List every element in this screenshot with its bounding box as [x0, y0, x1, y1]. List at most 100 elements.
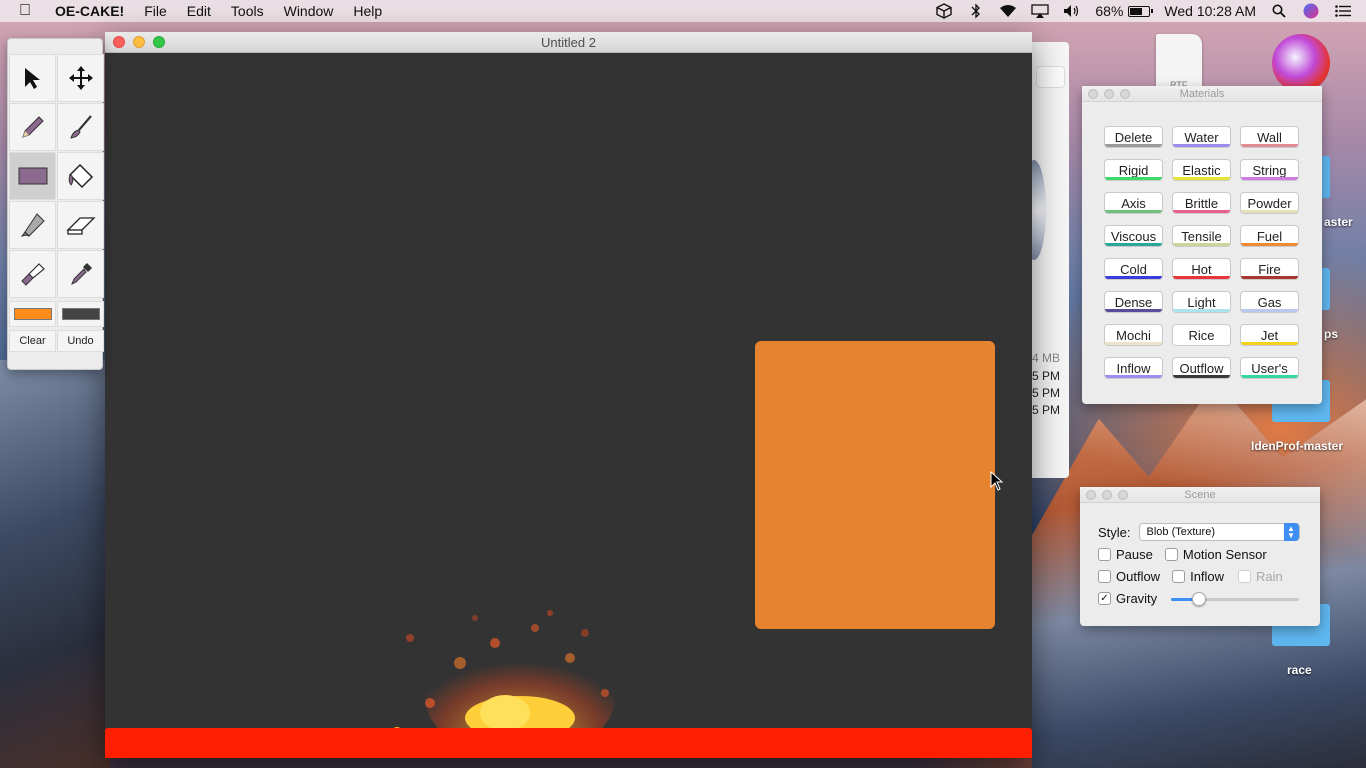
knife-icon: [20, 213, 45, 237]
box-status-icon[interactable]: [935, 3, 953, 19]
brush-tool[interactable]: [57, 103, 104, 151]
panel-minimize-button[interactable]: [1104, 89, 1114, 99]
menu-edit[interactable]: Edit: [187, 3, 211, 19]
move-tool[interactable]: [57, 54, 104, 102]
clear-button[interactable]: Clear: [9, 330, 56, 352]
knife-tool[interactable]: [9, 201, 56, 249]
panel-zoom-button[interactable]: [1120, 89, 1130, 99]
motion-sensor-label: Motion Sensor: [1182, 547, 1267, 562]
flashlight-tool[interactable]: [9, 250, 56, 298]
fire-particles: [391, 610, 615, 738]
move-arrows-icon: [68, 66, 93, 90]
material-button-cold[interactable]: Cold: [1104, 258, 1163, 280]
materials-titlebar[interactable]: Materials: [1082, 86, 1322, 102]
material-button-elastic[interactable]: Elastic: [1172, 159, 1231, 181]
material-button-tensile[interactable]: Tensile: [1172, 225, 1231, 247]
material-button-string[interactable]: String: [1240, 159, 1299, 181]
background-search-field[interactable]: [1036, 66, 1065, 88]
material-color-bar: [1241, 177, 1298, 180]
app-logo-icon[interactable]: [1272, 34, 1330, 92]
pencil-tool[interactable]: [9, 103, 56, 151]
material-button-delete[interactable]: Delete: [1104, 126, 1163, 148]
material-button-hot[interactable]: Hot: [1172, 258, 1231, 280]
gravity-label: Gravity: [1116, 591, 1158, 606]
menu-file[interactable]: File: [144, 3, 167, 19]
material-button-axis[interactable]: Axis: [1104, 192, 1163, 214]
size-text: 4 MB: [1032, 351, 1061, 365]
material-button-fire[interactable]: Fire: [1240, 258, 1299, 280]
motion-sensor-checkbox[interactable]: [1164, 548, 1178, 561]
rectangle-tool[interactable]: [9, 152, 56, 200]
app-menu[interactable]: OE-CAKE!: [55, 3, 124, 19]
primary-color-well[interactable]: [9, 301, 56, 327]
materials-title: Materials: [1179, 87, 1225, 100]
material-label: Axis: [1121, 195, 1146, 211]
material-label: Tensile: [1181, 228, 1222, 244]
arrow-cursor-icon: [24, 68, 40, 89]
desktop-label-2[interactable]: ps: [1324, 327, 1338, 341]
gravity-slider-knob[interactable]: [1192, 591, 1207, 606]
secondary-color-well[interactable]: [57, 301, 104, 327]
rtf-document-icon[interactable]: RTF: [1156, 34, 1202, 90]
menu-window[interactable]: Window: [284, 3, 334, 19]
desktop-label-4[interactable]: race: [1287, 663, 1312, 677]
background-finder-window[interactable]: 4 MB 5 PM 5 PM 5 PM: [1022, 42, 1069, 478]
undo-button[interactable]: Undo: [57, 330, 104, 352]
desktop-label-1[interactable]: aster: [1324, 215, 1353, 229]
gravity-slider[interactable]: [1171, 591, 1300, 606]
material-button-light[interactable]: Light: [1172, 291, 1231, 313]
outflow-label: Outflow: [1116, 569, 1161, 584]
scene-titlebar[interactable]: Scene: [1080, 487, 1320, 503]
menu-help[interactable]: Help: [353, 3, 382, 19]
style-select[interactable]: Blob (Texture) ▲ ▼: [1138, 523, 1300, 541]
bluetooth-icon[interactable]: [967, 3, 985, 19]
close-button[interactable]: [113, 36, 125, 48]
material-button-viscous[interactable]: Viscous: [1104, 225, 1163, 247]
wifi-icon[interactable]: [999, 4, 1017, 18]
eraser-tool[interactable]: [57, 201, 104, 249]
material-button-jet[interactable]: Jet: [1240, 324, 1299, 346]
material-button-inflow[interactable]: Inflow: [1104, 357, 1163, 379]
gravity-checkbox[interactable]: ✓: [1098, 592, 1111, 605]
airplay-icon[interactable]: [1031, 4, 1050, 18]
siri-icon[interactable]: [1302, 3, 1320, 19]
spotlight-search-icon[interactable]: [1270, 4, 1288, 18]
material-button-powder[interactable]: Powder: [1240, 192, 1299, 214]
select-arrow-tool[interactable]: [9, 54, 56, 102]
minimize-button[interactable]: [133, 36, 145, 48]
material-button-water[interactable]: Water: [1172, 126, 1231, 148]
fill-bucket-tool[interactable]: [57, 152, 104, 200]
dropper-tool[interactable]: [57, 250, 104, 298]
battery-status[interactable]: 68%: [1095, 3, 1154, 19]
menu-clock[interactable]: Wed 10:28 AM: [1164, 3, 1256, 19]
panel-close-button[interactable]: [1088, 89, 1098, 99]
material-button-brittle[interactable]: Brittle: [1172, 192, 1231, 214]
material-button-user-s[interactable]: User's: [1240, 357, 1299, 379]
material-button-mochi[interactable]: Mochi: [1104, 324, 1163, 346]
simulation-canvas[interactable]: [105, 53, 1032, 758]
inflow-checkbox[interactable]: [1172, 570, 1186, 583]
material-button-gas[interactable]: Gas: [1240, 291, 1299, 313]
eyedropper-icon: [70, 263, 92, 286]
outflow-checkbox[interactable]: [1098, 570, 1111, 583]
material-button-wall[interactable]: Wall: [1240, 126, 1299, 148]
panel-close-button[interactable]: [1086, 490, 1096, 500]
panel-zoom-button[interactable]: [1118, 490, 1128, 500]
zoom-button[interactable]: [153, 36, 165, 48]
notification-center-icon[interactable]: [1334, 4, 1352, 18]
material-button-outflow[interactable]: Outflow: [1172, 357, 1231, 379]
desktop-label-3[interactable]: IdenProf-master: [1251, 439, 1343, 453]
window-titlebar[interactable]: Untitled 2: [105, 32, 1032, 53]
material-label: Gas: [1257, 294, 1282, 310]
apple-menu-icon[interactable]: : [19, 2, 39, 20]
panel-minimize-button[interactable]: [1102, 490, 1112, 500]
pause-checkbox[interactable]: [1098, 548, 1111, 561]
time-text-2: 5 PM: [1032, 386, 1061, 400]
material-button-rice[interactable]: Rice: [1172, 324, 1231, 346]
material-button-rigid[interactable]: Rigid: [1104, 159, 1163, 181]
rain-checkbox[interactable]: [1238, 570, 1252, 583]
volume-icon[interactable]: [1063, 4, 1081, 18]
menu-tools[interactable]: Tools: [231, 3, 264, 19]
material-button-fuel[interactable]: Fuel: [1240, 225, 1299, 247]
material-button-dense[interactable]: Dense: [1104, 291, 1163, 313]
